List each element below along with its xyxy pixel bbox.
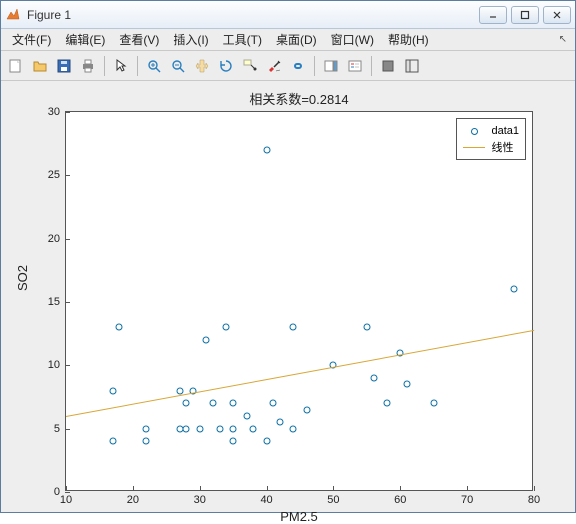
- colorbar-button[interactable]: [320, 55, 342, 77]
- x-tick-label: 60: [394, 494, 406, 506]
- data-point: [383, 400, 390, 407]
- y-tick-label: 25: [48, 169, 60, 181]
- minimize-button[interactable]: [479, 6, 507, 24]
- data-point: [403, 381, 410, 388]
- figure-window: Figure 1 文件(F) 编辑(E) 查看(V) 插入(I) 工具(T) 桌…: [0, 0, 576, 513]
- brush-button[interactable]: [263, 55, 285, 77]
- rotate-button[interactable]: [215, 55, 237, 77]
- menubar: 文件(F) 编辑(E) 查看(V) 插入(I) 工具(T) 桌面(D) 窗口(W…: [1, 29, 575, 51]
- data-point: [430, 400, 437, 407]
- data-point: [143, 425, 150, 432]
- y-tick-label: 5: [54, 423, 60, 435]
- window-title: Figure 1: [27, 8, 479, 22]
- menu-view[interactable]: 查看(V): [112, 29, 166, 50]
- data-point: [303, 406, 310, 413]
- new-figure-button[interactable]: [5, 55, 27, 77]
- figure-area: 相关系数=0.2814 SO2 data1 线性 051015202530102…: [1, 81, 575, 512]
- data-point: [143, 438, 150, 445]
- menu-desktop[interactable]: 桌面(D): [269, 29, 324, 50]
- hide-tools-button[interactable]: [377, 55, 399, 77]
- circle-marker-icon: [471, 128, 478, 135]
- data-point: [263, 438, 270, 445]
- y-tick-label: 20: [48, 233, 60, 245]
- axes[interactable]: data1 线性 0510152025301020304050607080: [65, 111, 533, 491]
- data-point: [210, 400, 217, 407]
- x-tick-label: 50: [327, 494, 339, 506]
- menu-overflow-icon[interactable]: ↖: [559, 34, 571, 45]
- data-point: [263, 147, 270, 154]
- print-button[interactable]: [77, 55, 99, 77]
- x-tick-label: 20: [127, 494, 139, 506]
- data-point: [250, 425, 257, 432]
- x-tick-label: 80: [528, 494, 540, 506]
- titlebar: Figure 1: [1, 1, 575, 29]
- data-point: [290, 324, 297, 331]
- open-button[interactable]: [29, 55, 51, 77]
- y-tick-label: 15: [48, 296, 60, 308]
- legend-label-data1: data1: [491, 125, 519, 137]
- data-point: [216, 425, 223, 432]
- data-point: [363, 324, 370, 331]
- zoom-in-button[interactable]: [143, 55, 165, 77]
- data-point: [116, 324, 123, 331]
- legend-button[interactable]: [344, 55, 366, 77]
- data-point: [109, 438, 116, 445]
- datacursor-button[interactable]: [239, 55, 261, 77]
- data-point: [203, 337, 210, 344]
- menu-edit[interactable]: 编辑(E): [58, 29, 112, 50]
- data-point: [276, 419, 283, 426]
- link-button[interactable]: [287, 55, 309, 77]
- data-point: [270, 400, 277, 407]
- data-point: [230, 400, 237, 407]
- x-tick-label: 10: [60, 494, 72, 506]
- close-button[interactable]: [543, 6, 571, 24]
- menu-file[interactable]: 文件(F): [5, 29, 58, 50]
- data-point: [243, 413, 250, 420]
- data-point: [176, 387, 183, 394]
- data-point: [290, 425, 297, 432]
- x-tick-label: 30: [194, 494, 206, 506]
- menu-help[interactable]: 帮助(H): [381, 29, 436, 50]
- x-tick-label: 40: [260, 494, 272, 506]
- menu-tools[interactable]: 工具(T): [216, 29, 269, 50]
- line-marker-icon: [463, 147, 485, 148]
- toolbar: [1, 51, 575, 81]
- x-axis-label: PM2.5: [65, 509, 533, 524]
- pan-button[interactable]: [191, 55, 213, 77]
- y-tick-label: 10: [48, 359, 60, 371]
- data-point: [370, 375, 377, 382]
- fit-line: [66, 330, 534, 417]
- legend-label-fit: 线性: [491, 139, 513, 155]
- data-point: [223, 324, 230, 331]
- zoom-out-button[interactable]: [167, 55, 189, 77]
- data-point: [230, 425, 237, 432]
- x-tick-label: 70: [461, 494, 473, 506]
- pointer-button[interactable]: [110, 55, 132, 77]
- data-point: [183, 425, 190, 432]
- y-axis-label: SO2: [15, 265, 30, 291]
- menu-window[interactable]: 窗口(W): [324, 29, 381, 50]
- data-point: [109, 387, 116, 394]
- menu-insert[interactable]: 插入(I): [166, 29, 215, 50]
- data-point: [230, 438, 237, 445]
- legend-row-fit: 线性: [463, 139, 519, 155]
- legend-row-data1: data1: [463, 123, 519, 139]
- save-button[interactable]: [53, 55, 75, 77]
- show-tools-button[interactable]: [401, 55, 423, 77]
- matlab-logo-icon: [5, 7, 21, 23]
- legend[interactable]: data1 线性: [456, 118, 526, 160]
- maximize-button[interactable]: [511, 6, 539, 24]
- data-point: [183, 400, 190, 407]
- data-point: [510, 286, 517, 293]
- y-tick-label: 30: [48, 106, 60, 118]
- chart-title: 相关系数=0.2814: [65, 89, 533, 108]
- data-point: [196, 425, 203, 432]
